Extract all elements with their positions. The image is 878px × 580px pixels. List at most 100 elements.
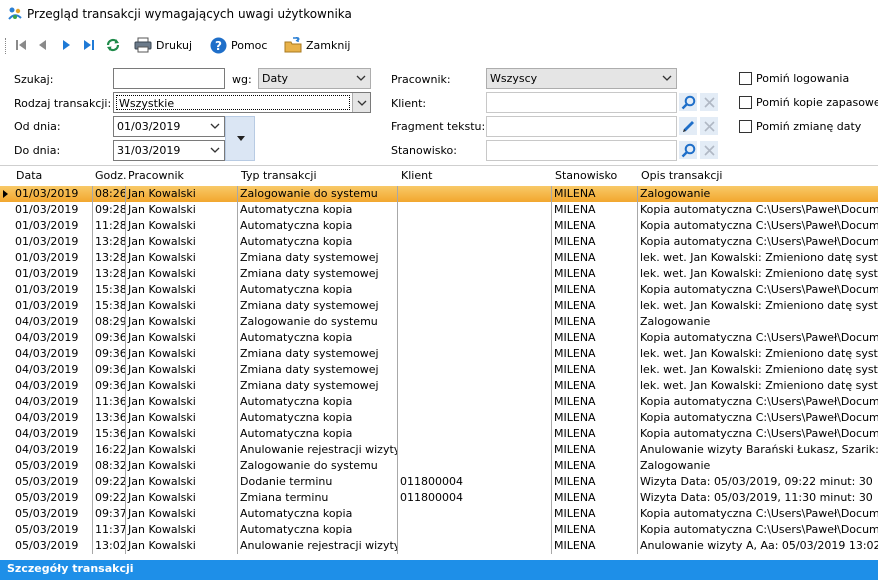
station-search-button[interactable] (679, 141, 697, 159)
table-row[interactable]: 05/03/2019 11:37 Jan Kowalski Automatyczna … (0, 522, 878, 538)
cell-worker: Jan Kowalski (126, 394, 238, 410)
skip-backup-checkbox[interactable]: Pomiń kopie zapasowe (739, 96, 878, 109)
table-row[interactable]: 05/03/2019 09:37 Jan Kowalski Automatyczna … (0, 506, 878, 522)
app-icon (8, 7, 22, 20)
cell-date: 01/03/2019 (13, 202, 93, 218)
exit-folder-icon (284, 37, 302, 53)
date-range-dropdown-button[interactable] (225, 116, 255, 161)
chevron-down-icon[interactable] (209, 144, 221, 156)
transaction-type-select[interactable]: Wszystkie (113, 92, 371, 113)
text-fragment-edit-button[interactable] (679, 117, 697, 135)
cell-worker: Jan Kowalski (126, 330, 238, 346)
to-date-label: Do dnia: (14, 144, 61, 157)
checkbox-box[interactable] (739, 72, 752, 85)
table-row[interactable]: 01/03/2019 15:38 Jan Kowalski Zmiana daty s… (0, 298, 878, 314)
cell-time: 09:36 (95, 346, 126, 362)
cell-station: MILENA (552, 426, 638, 442)
table-row[interactable]: 01/03/2019 13:28 Jan Kowalski Zmiana daty s… (0, 250, 878, 266)
table-row[interactable]: 04/03/2019 09:36 Jan Kowalski Zmiana daty s… (0, 378, 878, 394)
cell-type: Zmiana daty systemowej (238, 362, 398, 378)
to-date-field[interactable]: 31/03/2019 (113, 140, 225, 161)
table-row[interactable]: 01/03/2019 15:38 Jan Kowalski Automatyczna … (0, 282, 878, 298)
skip-date-change-checkbox[interactable]: Pomiń zmianę daty (739, 120, 861, 133)
svg-text:?: ? (215, 39, 222, 53)
table-row[interactable]: 01/03/2019 11:28 Jan Kowalski Automatyczna … (0, 218, 878, 234)
column-header-client[interactable]: Klient (401, 169, 432, 182)
transaction-type-dropdown-button[interactable] (352, 93, 370, 112)
skip-logins-checkbox[interactable]: Pomiń logowania (739, 72, 849, 85)
transaction-type-label: Rodzaj transakcji: (14, 97, 112, 110)
table-row[interactable]: 04/03/2019 09:36 Jan Kowalski Automatyczna … (0, 330, 878, 346)
help-label: Pomoc (231, 38, 268, 52)
client-clear-button[interactable] (700, 93, 718, 111)
column-header-description[interactable]: Opis transakcji (641, 169, 722, 182)
table-row[interactable]: 01/03/2019 13:28 Jan Kowalski Automatyczna … (0, 234, 878, 250)
table-row[interactable]: 05/03/2019 13:02 Jan Kowalski Anulowanie re… (0, 538, 878, 554)
cell-station: MILENA (552, 250, 638, 266)
table-row[interactable]: 04/03/2019 15:36 Jan Kowalski Automatyczna … (0, 426, 878, 442)
prev-icon (39, 40, 46, 50)
next-record-button[interactable] (59, 35, 73, 55)
text-fragment-clear-button[interactable] (700, 117, 718, 135)
text-fragment-input[interactable] (486, 116, 677, 137)
table-row[interactable]: 04/03/2019 09:36 Jan Kowalski Zmiana daty s… (0, 346, 878, 362)
first-record-button[interactable] (14, 35, 28, 55)
column-header-station[interactable]: Stanowisko (555, 169, 617, 182)
prev-record-button[interactable] (36, 35, 50, 55)
table-row[interactable]: 01/03/2019 13:28 Jan Kowalski Zmiana daty s… (0, 266, 878, 282)
cell-station: MILENA (552, 394, 638, 410)
refresh-button[interactable] (105, 35, 121, 55)
cell-client (398, 346, 552, 362)
search-by-label: wg: (232, 73, 252, 86)
transaction-details-bar[interactable]: Szczegóły transakcji (0, 560, 878, 580)
cell-client: 011800004 (398, 490, 552, 506)
close-button[interactable]: Zamknij (284, 35, 350, 55)
checkbox-box[interactable] (739, 120, 752, 133)
column-header-type[interactable]: Typ transakcji (241, 169, 317, 182)
cell-date: 04/03/2019 (13, 410, 93, 426)
table-row[interactable]: 04/03/2019 08:29 Jan Kowalski Zalogowanie d… (0, 314, 878, 330)
cell-description: Kopia automatyczna C:\Users\Paweł\Docum (640, 203, 878, 216)
table-row[interactable]: 04/03/2019 11:36 Jan Kowalski Automatyczna … (0, 394, 878, 410)
worker-select[interactable]: Wszyscy (486, 68, 677, 89)
client-input[interactable] (486, 92, 677, 113)
search-by-value: Daty (262, 72, 289, 85)
search-input[interactable] (113, 68, 225, 89)
table-row[interactable]: 04/03/2019 09:36 Jan Kowalski Zmiana daty s… (0, 362, 878, 378)
cell-description: Wizyta Data: 05/03/2019, 09:22 minut: 30 (640, 475, 873, 488)
print-button[interactable]: Drukuj (134, 35, 192, 55)
cell-type: Zmiana daty systemowej (238, 346, 398, 362)
station-clear-button[interactable] (700, 141, 718, 159)
cell-date: 01/03/2019 (13, 282, 93, 298)
cell-type: Automatyczna kopia (238, 522, 398, 538)
toolbar-grip (5, 38, 7, 54)
client-search-button[interactable] (679, 93, 697, 111)
cell-worker: Jan Kowalski (126, 186, 238, 202)
table-row[interactable]: 04/03/2019 13:36 Jan Kowalski Automatyczna … (0, 410, 878, 426)
table-row[interactable]: 05/03/2019 08:32 Jan Kowalski Zalogowanie d… (0, 458, 878, 474)
table-row[interactable]: 01/03/2019 08:26 Jan Kowalski Zalogowanie d… (0, 186, 878, 202)
search-by-select[interactable]: Daty (258, 68, 371, 89)
cell-type: Automatyczna kopia (238, 330, 398, 346)
chevron-down-icon[interactable] (209, 120, 221, 132)
cell-time: 11:28 (95, 218, 126, 234)
table-row[interactable]: 05/03/2019 09:22 Jan Kowalski Zmiana termin… (0, 490, 878, 506)
table-row[interactable]: 05/03/2019 09:22 Jan Kowalski Dodanie termi… (0, 474, 878, 490)
column-header-date[interactable]: Data (16, 169, 42, 182)
column-header-worker[interactable]: Pracownik (128, 169, 184, 182)
cell-description: Kopia automatyczna C:\Users\Paweł\Docum (640, 283, 878, 296)
refresh-icon (106, 38, 120, 52)
from-date-field[interactable]: 01/03/2019 (113, 116, 225, 137)
cell-description: Kopia automatyczna C:\Users\Paweł\Docum (640, 395, 878, 408)
station-input[interactable] (486, 140, 677, 161)
cell-date: 04/03/2019 (13, 442, 93, 458)
transactions-grid[interactable]: Data Godz. Pracownik Typ transakcji Klie… (0, 167, 878, 557)
table-row[interactable]: 01/03/2019 09:28 Jan Kowalski Automatyczna … (0, 202, 878, 218)
column-header-time[interactable]: Godz. (95, 169, 127, 182)
checkbox-box[interactable] (739, 96, 752, 109)
table-row[interactable]: 04/03/2019 16:22 Jan Kowalski Anulowanie re… (0, 442, 878, 458)
cell-station: MILENA (552, 234, 638, 250)
help-button[interactable]: ? Pomoc (210, 35, 267, 55)
last-record-button[interactable] (82, 35, 96, 55)
cell-type: Automatyczna kopia (238, 410, 398, 426)
